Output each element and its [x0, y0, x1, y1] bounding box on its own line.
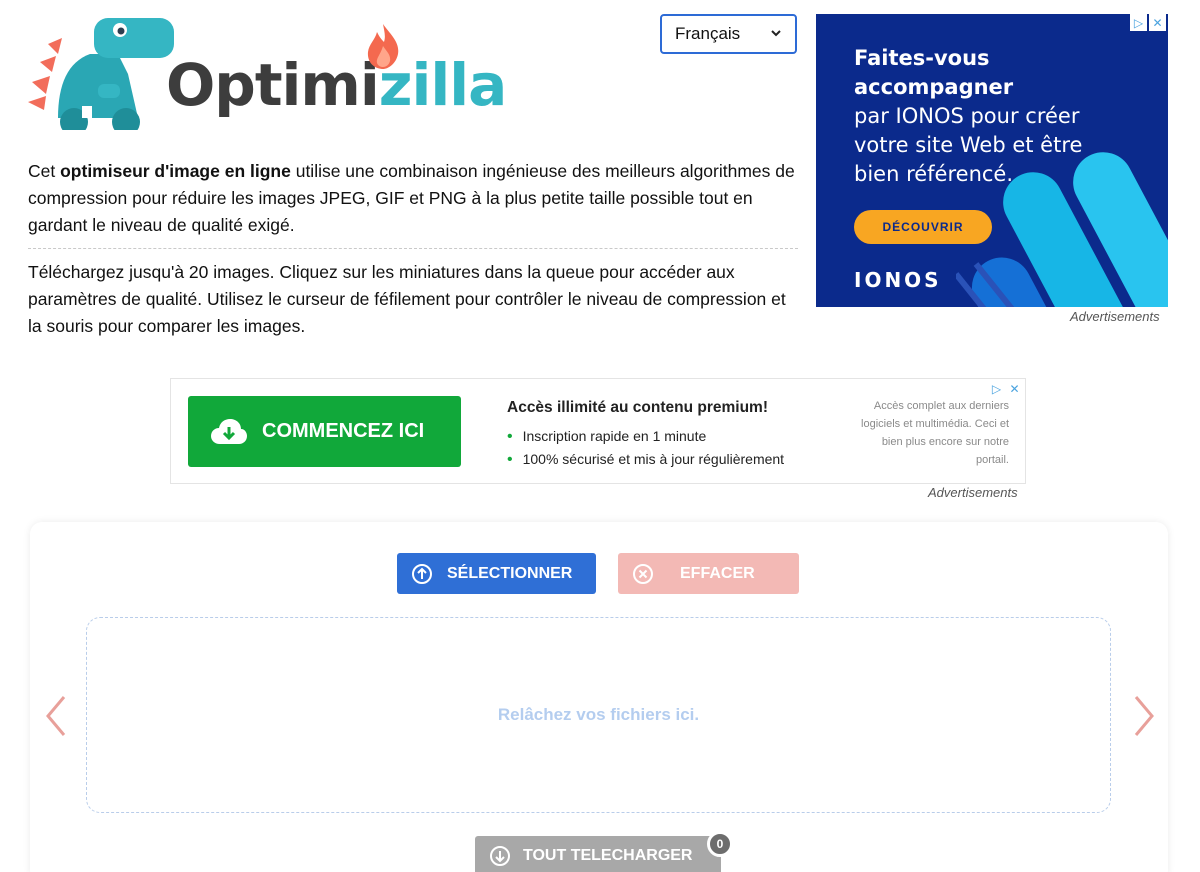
close-ad-icon[interactable]: ✕ [1006, 380, 1023, 397]
ionos-line2: accompagner [854, 75, 1014, 99]
ionos-line4: votre site Web et être [854, 133, 1083, 157]
flame-icon [367, 24, 399, 69]
ad2-title: Accès illimité au contenu premium! [507, 399, 768, 416]
select-files-label: SÉLECTIONNER [447, 564, 573, 582]
file-count-badge: 0 [707, 831, 733, 857]
list-item: 100% sécurisé et mis à jour régulièremen… [507, 448, 784, 471]
intro-p1-bold: optimiseur d'image en ligne [60, 161, 291, 181]
adchoices-icon[interactable]: ▷ [1130, 14, 1147, 31]
logo-word-part1: Optimi [166, 51, 380, 119]
language-select[interactable]: Français [660, 14, 797, 54]
ad2-bullet-list: Inscription rapide en 1 minute 100% sécu… [507, 425, 784, 471]
chevron-right-icon[interactable] [1130, 694, 1158, 738]
ionos-advertisement[interactable]: Faites-vous accompagner par IONOS pour c… [816, 14, 1168, 307]
ionos-line5: bien référencé. [854, 162, 1014, 186]
clear-button[interactable]: EFFACER [618, 553, 799, 594]
close-ad-icon[interactable]: ✕ [1149, 14, 1166, 31]
premium-advertisement[interactable]: COMMENCEZ ICI Accès illimité au contenu … [170, 378, 1026, 484]
ad2-side-text: Accès complet aux derniers logiciels et … [861, 400, 1009, 466]
intro-p1-pre: Cet [28, 161, 61, 181]
ionos-line3: par IONOS pour créer [854, 104, 1080, 128]
upload-circle-icon [412, 563, 432, 584]
clear-circle-icon [633, 563, 653, 584]
chevron-down-icon [771, 30, 781, 37]
ionos-brand: IONOS [854, 268, 942, 292]
intro-paragraph: Cet optimiseur d'image en ligne utilise … [28, 158, 798, 239]
file-dropzone[interactable]: Relâchez vos fichiers ici. [86, 617, 1111, 813]
decouvrir-button[interactable]: DÉCOUVRIR [854, 210, 992, 244]
language-select-value: Français [675, 24, 741, 43]
optimizilla-logo[interactable]: Optimizilla [28, 14, 528, 130]
logo-wordmark: Optimizilla [166, 56, 507, 114]
chevron-left-icon[interactable] [42, 694, 70, 738]
dinosaur-mascot-icon [28, 18, 174, 130]
ionos-line1: Faites-vous [854, 46, 990, 70]
advertisements-label: Advertisements [928, 485, 1018, 500]
download-all-button[interactable]: TOUT TELECHARGER [475, 836, 721, 872]
dropzone-text: Relâchez vos fichiers ici. [497, 705, 700, 724]
advertisements-label: Advertisements [1070, 309, 1160, 324]
clear-label: EFFACER [680, 564, 755, 582]
select-files-button[interactable]: SÉLECTIONNER [397, 553, 596, 594]
ionos-ad-text: Faites-vous accompagner par IONOS pour c… [854, 44, 1082, 189]
instructions-paragraph: Téléchargez jusqu'à 20 images. Cliquez s… [28, 262, 786, 336]
adchoices-icon[interactable]: ▷ [988, 380, 1005, 397]
commencez-ici-button[interactable]: COMMENCEZ ICI [188, 396, 461, 467]
download-all-label: TOUT TELECHARGER [523, 847, 693, 864]
list-item: Inscription rapide en 1 minute [507, 425, 784, 448]
commencez-ici-label: COMMENCEZ ICI [262, 420, 425, 442]
cloud-download-icon [211, 418, 247, 444]
divider [28, 248, 798, 249]
download-circle-icon [490, 846, 510, 866]
